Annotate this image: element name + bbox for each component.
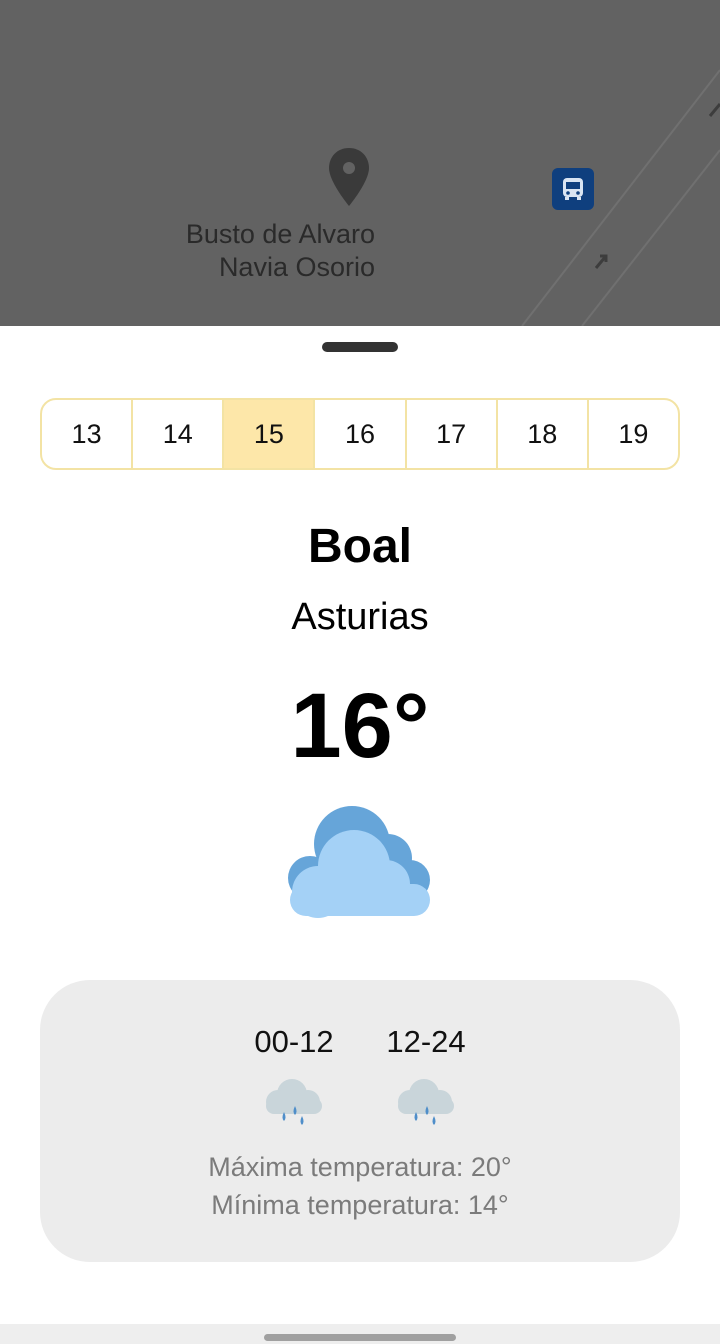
system-navigation-bar	[0, 1324, 720, 1344]
map-place-label[interactable]: Busto de Alvaro Navia Osorio	[120, 218, 375, 284]
forecast-card: 00-12 12-24 Máxima temperatura: 20° Míni…	[40, 980, 680, 1262]
max-temperature: Máxima temperatura: 20°	[208, 1152, 512, 1182]
map-place-line1: Busto de Alvaro	[185, 219, 375, 249]
day-selector: 13 14 15 16 17 18 19	[40, 398, 680, 470]
day-tab-18[interactable]: 18	[498, 400, 589, 468]
map-place-line2: Navia Osorio	[218, 252, 375, 282]
day-tab-14[interactable]: 14	[133, 400, 225, 468]
forecast-period-morning: 00-12	[224, 1020, 364, 1130]
bus-stop-marker[interactable]	[552, 168, 594, 210]
home-indicator[interactable]	[264, 1334, 456, 1341]
current-temperature: 16°	[290, 675, 430, 777]
map-view[interactable]: Busto de Alvaro Navia Osorio	[0, 0, 720, 326]
rain-cloud-icon	[398, 1079, 454, 1125]
day-tab-16[interactable]: 16	[315, 400, 407, 468]
location-name: Boal	[307, 520, 412, 573]
forecast-period-afternoon: 12-24	[356, 1020, 496, 1130]
rain-cloud-icon	[266, 1079, 322, 1125]
day-tab-15-selected[interactable]: 15	[224, 400, 316, 468]
weather-bottom-sheet: 13 14 15 16 17 18 19 Boal Asturias 16° 0…	[0, 326, 720, 1324]
day-tab-19[interactable]: 19	[589, 400, 678, 468]
cloudy-icon	[288, 806, 430, 918]
min-temperature: Mínima temperatura: 14°	[211, 1190, 509, 1220]
period-label: 00-12	[254, 1024, 334, 1059]
bus-icon	[563, 178, 583, 200]
day-tab-17[interactable]: 17	[407, 400, 498, 468]
day-tab-13[interactable]: 13	[42, 400, 134, 468]
period-label: 12-24	[386, 1024, 466, 1059]
map-pin-icon[interactable]	[326, 146, 372, 208]
location-region: Asturias	[291, 596, 429, 638]
sheet-drag-handle[interactable]	[322, 342, 398, 352]
